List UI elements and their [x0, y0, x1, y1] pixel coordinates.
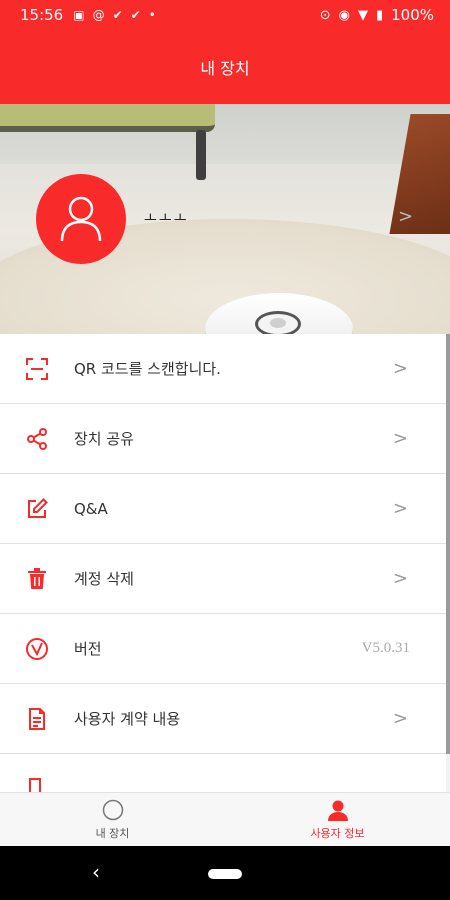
- version-icon: [24, 636, 50, 662]
- menu-item-qna[interactable]: Q&A >: [0, 474, 446, 544]
- menu-label: 계정 삭제: [74, 570, 134, 588]
- robot-vacuum-image: [205, 293, 353, 334]
- menu-label: 버전: [74, 640, 102, 658]
- nav-label: 사용자 정보: [310, 826, 365, 840]
- status-time: 15:56: [20, 6, 64, 24]
- menu-item-user-agreement[interactable]: 사용자 계약 내용 >: [0, 684, 446, 754]
- profile-name: ㅗㅗㅗ: [144, 211, 189, 227]
- menu-label: QR 코드를 스캔합니다.: [74, 360, 221, 378]
- battery-icon: ▮: [375, 7, 384, 23]
- trash-icon: [24, 566, 50, 592]
- share-icon: [24, 426, 50, 452]
- back-icon[interactable]: ‹: [92, 860, 100, 884]
- bottom-nav: 내 장치 사용자 정보: [0, 792, 450, 846]
- app-header: 내 장치: [0, 30, 450, 104]
- system-nav-bar: ‹: [0, 846, 450, 900]
- menu-item-delete-account[interactable]: 계정 삭제 >: [0, 544, 446, 614]
- page-title: 내 장치: [200, 59, 250, 78]
- chevron-right-icon: >: [392, 358, 408, 379]
- hero-sofa-leg: [196, 130, 206, 180]
- image-icon: ▣: [73, 8, 85, 22]
- edit-icon: [24, 496, 50, 522]
- chevron-right-icon: >: [392, 708, 408, 729]
- status-bar: 15:56 ▣ @ ✔ ✔ • ⊙ ◉ ▼ ▮ 100%: [0, 0, 450, 30]
- menu-label: 사용자 계약 내용: [74, 710, 181, 728]
- menu-label: Q&A: [74, 499, 108, 518]
- eye-icon: ◉: [338, 7, 350, 23]
- wifi-icon: ▼: [357, 7, 368, 23]
- home-pill[interactable]: [208, 869, 242, 879]
- hero-sofa: [0, 104, 215, 132]
- settings-menu: QR 코드를 스캔합니다. > 장치 공유 > Q&A > 계정 삭제 > 버전…: [0, 334, 446, 824]
- menu-item-device-share[interactable]: 장치 공유 >: [0, 404, 446, 474]
- avatar[interactable]: [36, 174, 126, 264]
- check-icon: ✔: [112, 8, 123, 22]
- notification-icons: ▣ @ ✔ ✔ •: [73, 8, 156, 22]
- dot-icon: •: [148, 8, 156, 22]
- at-icon: @: [92, 8, 105, 22]
- chevron-right-icon: >: [392, 498, 408, 519]
- circle-icon: [102, 799, 124, 821]
- document-icon: [24, 706, 50, 732]
- qr-scan-icon: [24, 356, 50, 382]
- chevron-right-icon[interactable]: >: [398, 206, 413, 227]
- system-icons: ⊙ ◉ ▼ ▮ 100%: [320, 6, 434, 24]
- scrollbar[interactable]: [446, 334, 450, 754]
- chevron-right-icon: >: [392, 428, 408, 449]
- check-icon: ✔: [130, 8, 141, 22]
- menu-item-qr-scan[interactable]: QR 코드를 스캔합니다. >: [0, 334, 446, 404]
- battery-percent: 100%: [391, 6, 434, 24]
- nav-my-devices[interactable]: 내 장치: [0, 793, 225, 846]
- menu-item-version[interactable]: 버전 V5.0.31: [0, 614, 446, 684]
- nav-user-info[interactable]: 사용자 정보: [225, 793, 450, 846]
- version-value: V5.0.31: [361, 640, 410, 656]
- menu-label: 장치 공유: [74, 430, 134, 448]
- nav-label: 내 장치: [95, 826, 130, 840]
- location-icon: ⊙: [319, 7, 331, 23]
- person-icon: [327, 799, 349, 821]
- person-icon: [60, 196, 102, 242]
- chevron-right-icon: >: [392, 568, 408, 589]
